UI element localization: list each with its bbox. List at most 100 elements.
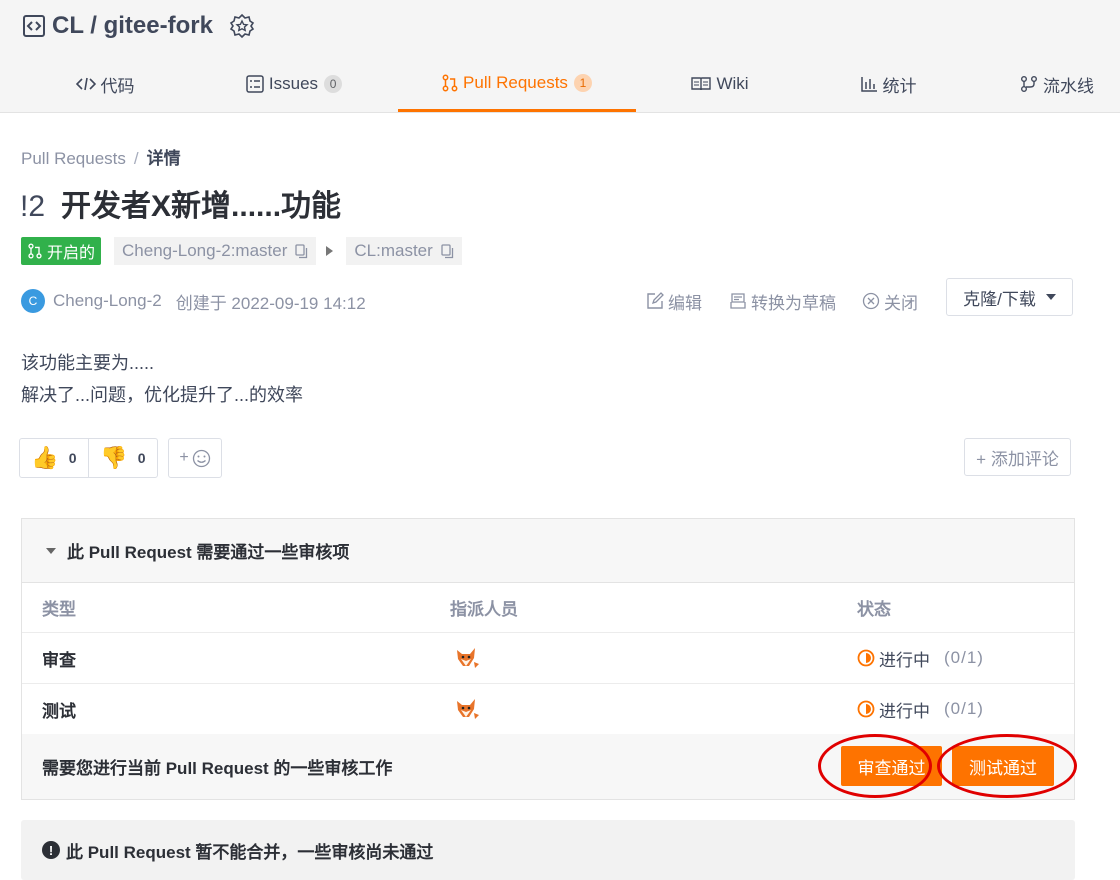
tab-code[interactable]: 代码 xyxy=(62,56,148,112)
review-status: 进行中 (0/1) xyxy=(857,633,984,683)
assignee-avatar[interactable] xyxy=(452,633,480,683)
tab-wiki-label: Wiki xyxy=(716,74,749,93)
pr-title: 开发者X新增......功能 xyxy=(61,190,342,223)
edit-icon xyxy=(647,292,664,309)
in-progress-icon xyxy=(857,649,875,667)
source-branch-label[interactable]: Cheng-Long-2:master xyxy=(122,241,287,261)
created-time: 创建于 2022-09-19 14:12 xyxy=(175,293,366,313)
pull-requests-count-badge: 1 xyxy=(573,73,592,92)
status-badge-label: 开启的 xyxy=(47,245,96,262)
tab-pull-requests-label: Pull Requests xyxy=(463,72,568,92)
assignee-avatar[interactable] xyxy=(452,684,480,734)
tab-wiki[interactable]: Wiki xyxy=(680,56,760,112)
annotation-circle xyxy=(937,734,1077,798)
pr-branch-row: 开启的 Cheng-Long-2:master CL:master xyxy=(21,237,462,265)
pipeline-icon xyxy=(1021,76,1037,92)
annotation-circle xyxy=(818,734,932,798)
target-branch-label[interactable]: CL:master xyxy=(354,241,432,261)
add-reaction-button[interactable]: + xyxy=(168,438,222,478)
collapse-caret-icon[interactable] xyxy=(46,547,56,554)
tab-pull-requests[interactable]: Pull Requests 1 xyxy=(398,56,636,112)
merge-status-text: 此 Pull Request 暂不能合并，一些审核尚未通过 xyxy=(66,842,434,862)
review-ratio: (0/1) xyxy=(944,648,984,667)
repo-title-bar: CL / gitee-fork xyxy=(22,10,255,42)
review-status-label: 进行中 xyxy=(879,650,930,670)
fox-avatar-icon xyxy=(457,648,479,668)
review-panel-header[interactable]: 此 Pull Request 需要通过一些审核项 xyxy=(22,519,1074,583)
thumbs-down-count: 0 xyxy=(137,450,146,466)
merge-direction-arrow-icon xyxy=(326,246,334,256)
merge-status-notice: ! 此 Pull Request 暂不能合并，一些审核尚未通过 xyxy=(21,820,1075,880)
review-table-header: 类型 指派人员 状态 xyxy=(22,582,1074,633)
fox-avatar-icon xyxy=(457,699,479,719)
breadcrumb-separator: / xyxy=(133,149,139,168)
review-ratio: (0/1) xyxy=(944,699,984,718)
edit-button[interactable]: 编辑 xyxy=(646,288,702,314)
copy-icon[interactable] xyxy=(295,243,308,259)
breadcrumb-parent[interactable]: Pull Requests xyxy=(21,149,126,168)
bar-chart-icon xyxy=(860,77,877,92)
thumbs-down-icon: 👎 xyxy=(100,445,128,470)
in-progress-icon xyxy=(857,700,875,718)
reactions-bar: 👍 0 👎 0 + xyxy=(19,438,222,478)
draft-icon xyxy=(730,293,746,309)
tab-code-label: 代码 xyxy=(100,76,135,96)
tab-stats-label: 统计 xyxy=(882,76,917,96)
review-status: 进行中 (0/1) xyxy=(857,684,984,734)
table-row: 审查 进行中 (0/1) xyxy=(22,633,1074,684)
tab-issues[interactable]: Issues 0 xyxy=(236,56,352,112)
repo-tabs: 代码 Issues 0 Pull Requests 1 Wiki 统计 流水线 xyxy=(0,56,1120,112)
review-status-label: 进行中 xyxy=(879,701,930,721)
table-row: 测试 进行中 (0/1) xyxy=(22,684,1074,735)
smiley-icon xyxy=(192,449,210,467)
review-heading: 此 Pull Request 需要通过一些审核项 xyxy=(67,543,350,562)
avatar[interactable]: C xyxy=(21,289,45,313)
breadcrumb-current: 详情 xyxy=(146,149,181,168)
reaction-group: 👍 0 👎 0 xyxy=(19,438,158,478)
issues-count-badge: 0 xyxy=(324,75,343,93)
tab-pipeline[interactable]: 流水线 xyxy=(1020,56,1120,112)
book-icon xyxy=(691,77,712,91)
copy-icon[interactable] xyxy=(441,243,454,259)
column-header-status: 状态 xyxy=(857,599,891,619)
column-header-assignee: 指派人员 xyxy=(450,599,518,619)
column-header-type: 类型 xyxy=(42,599,76,619)
recommend-badge-icon[interactable] xyxy=(229,13,255,39)
repo-name[interactable]: CL / gitee-fork xyxy=(52,12,213,40)
page-title: !2 开发者X新增......功能 xyxy=(20,181,341,225)
add-comment-button[interactable]: + 添加评论 xyxy=(964,438,1071,476)
add-reaction-plus: + xyxy=(179,449,189,466)
thumbs-up-icon: 👍 xyxy=(31,445,59,470)
close-pr-button[interactable]: 关闭 xyxy=(862,288,918,314)
tab-pipeline-label: 流水线 xyxy=(1043,76,1094,96)
tab-issues-label: Issues xyxy=(268,74,319,93)
pr-description: 该功能主要为..... 解决了...问题，优化提升了...的效率 xyxy=(21,347,303,411)
thumbs-up-count: 0 xyxy=(68,450,77,466)
repo-header: CL / gitee-fork 代码 Issues 0 Pull Request… xyxy=(0,0,1120,113)
author-row: C Cheng-Long-2 创建于 2022-09-19 14:12 xyxy=(21,286,366,316)
close-circle-icon xyxy=(862,292,880,310)
clone-download-button[interactable]: 克隆/下载 xyxy=(946,278,1073,316)
pull-request-icon xyxy=(442,74,458,91)
convert-draft-button[interactable]: 转换为草稿 xyxy=(729,288,836,314)
alert-icon: ! xyxy=(42,841,60,859)
author-name[interactable]: Cheng-Long-2 xyxy=(53,291,162,311)
review-action-message: 需要您进行当前 Pull Request 的一些审核工作 xyxy=(42,759,393,778)
description-line: 该功能主要为..... xyxy=(21,353,155,373)
description-line: 解决了...问题，优化提升了...的效率 xyxy=(21,385,304,405)
thumbs-down-button[interactable]: 👎 0 xyxy=(88,439,157,477)
review-type: 测试 xyxy=(42,701,76,721)
tab-stats[interactable]: 统计 xyxy=(845,56,931,112)
pr-number: !2 xyxy=(20,190,46,223)
review-type: 审查 xyxy=(42,650,76,670)
issues-icon xyxy=(246,75,264,93)
edit-label: 编辑 xyxy=(668,293,702,313)
status-badge: 开启的 xyxy=(21,237,102,265)
code-icon xyxy=(75,77,96,91)
convert-draft-label: 转换为草稿 xyxy=(751,293,836,313)
source-branch: Cheng-Long-2:master xyxy=(114,237,317,265)
thumbs-up-button[interactable]: 👍 0 xyxy=(20,439,88,477)
clone-download-label: 克隆/下载 xyxy=(963,289,1036,309)
chevron-down-icon xyxy=(1045,294,1056,300)
breadcrumb: Pull Requests / 详情 xyxy=(21,144,181,169)
